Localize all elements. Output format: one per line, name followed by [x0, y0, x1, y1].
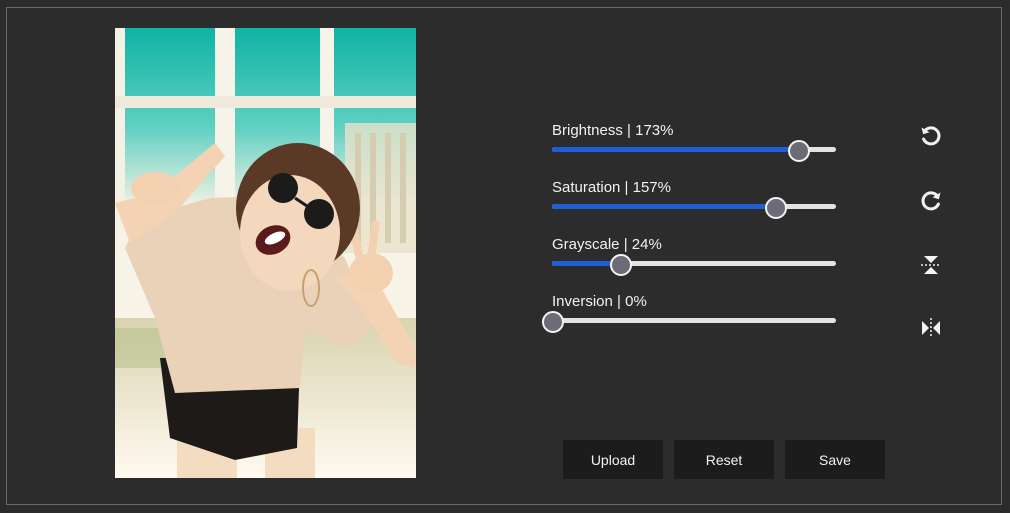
flip-horizontal-icon	[922, 318, 940, 338]
grayscale-slider-thumb[interactable]	[610, 253, 633, 276]
brightness-slider[interactable]	[552, 139, 836, 162]
rotate-left-icon	[921, 126, 941, 146]
brightness-slider-fill	[552, 147, 798, 152]
saturation-slider-fill	[552, 204, 775, 209]
grayscale-label: Grayscale | 24%	[552, 236, 662, 253]
grayscale-control: Grayscale | 24%	[552, 236, 842, 276]
photo-image	[115, 28, 416, 478]
inversion-slider[interactable]	[542, 310, 836, 333]
brightness-slider-thumb[interactable]	[787, 139, 810, 162]
rotate-right-button[interactable]	[916, 186, 946, 216]
upload-button[interactable]: Upload	[563, 440, 663, 479]
flip-vertical-button[interactable]	[916, 250, 946, 280]
reset-button[interactable]: Reset	[674, 440, 774, 479]
brightness-control: Brightness | 173%	[552, 122, 842, 162]
saturation-slider[interactable]	[552, 196, 836, 219]
inversion-label: Inversion | 0%	[552, 293, 647, 310]
saturation-label: Saturation | 157%	[552, 179, 671, 196]
save-button[interactable]: Save	[785, 440, 885, 479]
flip-horizontal-button[interactable]	[916, 313, 946, 343]
grayscale-slider[interactable]	[552, 253, 836, 276]
brightness-label: Brightness | 173%	[552, 122, 674, 139]
image-preview	[115, 28, 416, 478]
rotate-left-button[interactable]	[916, 121, 946, 151]
saturation-slider-thumb[interactable]	[764, 196, 787, 219]
inversion-slider-thumb[interactable]	[542, 310, 564, 333]
saturation-control: Saturation | 157%	[552, 179, 842, 219]
rotate-right-icon	[921, 191, 941, 211]
inversion-control: Inversion | 0%	[542, 293, 842, 333]
flip-vertical-icon	[921, 256, 941, 274]
